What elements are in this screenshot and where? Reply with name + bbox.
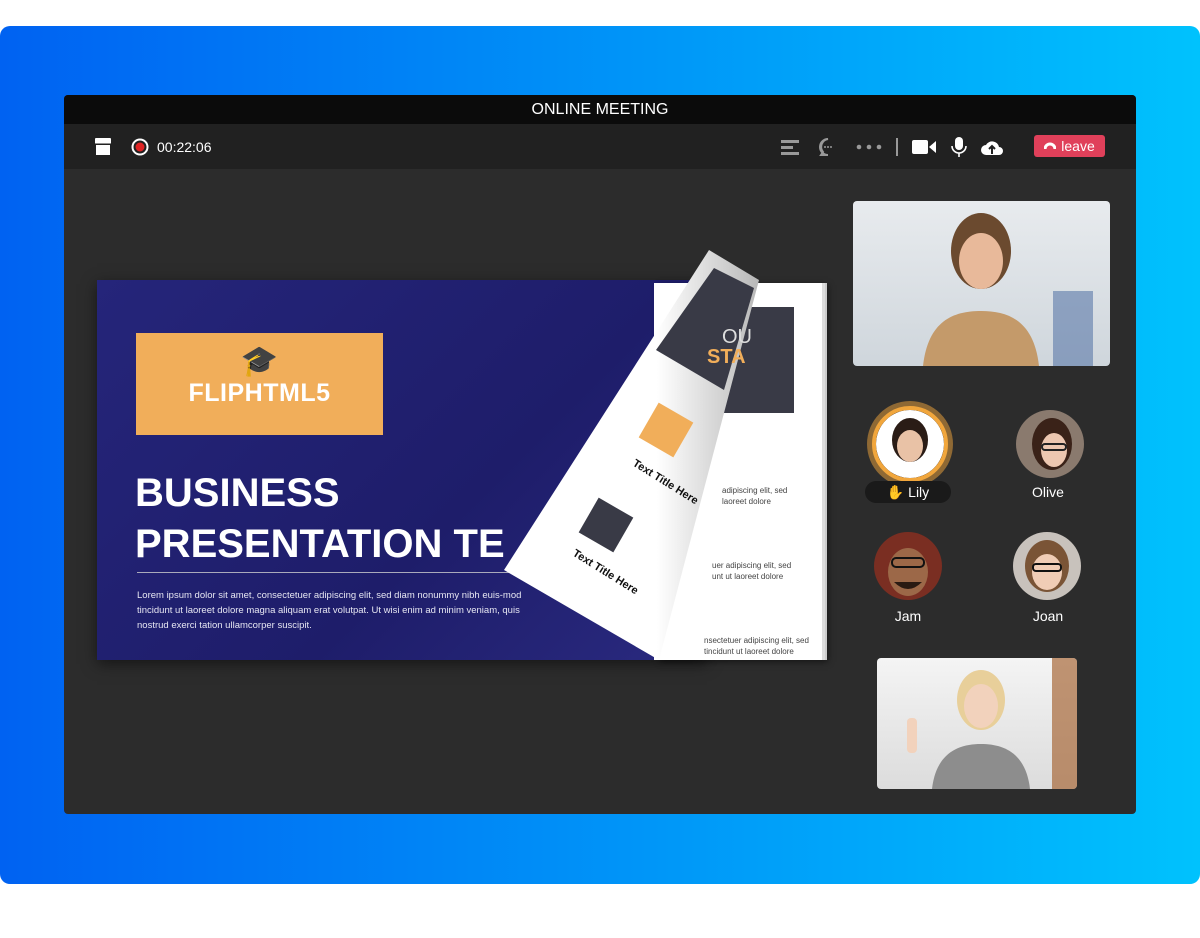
more-icon[interactable] — [856, 143, 882, 151]
window-title: ONLINE MEETING — [64, 95, 1136, 124]
camera-icon[interactable] — [912, 139, 936, 155]
meeting-window: ONLINE MEETING 00:22:06 leave 🎓 FLIPHTML… — [64, 95, 1136, 814]
graduation-cap-icon: 🎓 — [240, 345, 279, 378]
participant-label-jam: Jam — [894, 608, 922, 624]
upload-cloud-icon[interactable] — [981, 138, 1003, 156]
leave-label: leave — [1061, 138, 1095, 154]
toolbar: 00:22:06 leave — [64, 124, 1136, 169]
participant-label-joan: Joan — [1032, 608, 1064, 624]
toolbar-divider — [896, 137, 898, 156]
participant-label-lily: ✋ Lily — [865, 481, 951, 503]
participant-avatar-jam[interactable] — [874, 532, 942, 600]
phone-hangup-icon — [1044, 142, 1057, 150]
record-icon[interactable] — [131, 138, 149, 156]
slide-body: Lorem ipsum dolor sit amet, consectetuer… — [137, 590, 522, 631]
participant-avatar-lily[interactable] — [872, 406, 948, 482]
fliphtml5-logo: 🎓 FLIPHTML5 — [136, 333, 383, 435]
list-icon[interactable] — [780, 138, 800, 156]
microphone-icon[interactable] — [951, 136, 967, 157]
participant-avatar-joan[interactable] — [1013, 532, 1081, 600]
participant-label-olive: Olive — [1032, 484, 1064, 500]
page-curl: OU STA Text Title Here Text Title Here — [504, 250, 759, 660]
participant-avatar-olive[interactable] — [1016, 410, 1084, 478]
svg-text:STA: STA — [707, 346, 746, 368]
raised-hand-icon: ✋ — [886, 484, 905, 500]
store-icon[interactable] — [93, 137, 113, 156]
leave-button[interactable]: leave — [1034, 135, 1105, 157]
participant-video-2[interactable] — [877, 658, 1077, 789]
meeting-timer: 00:22:06 — [157, 138, 212, 155]
chat-icon[interactable] — [818, 137, 838, 157]
slide-title: BUSINESS PRESENTATION TE — [135, 471, 505, 566]
slide-divider — [137, 572, 527, 573]
svg-text:OU: OU — [722, 326, 752, 348]
participant-video-1[interactable] — [853, 201, 1110, 366]
